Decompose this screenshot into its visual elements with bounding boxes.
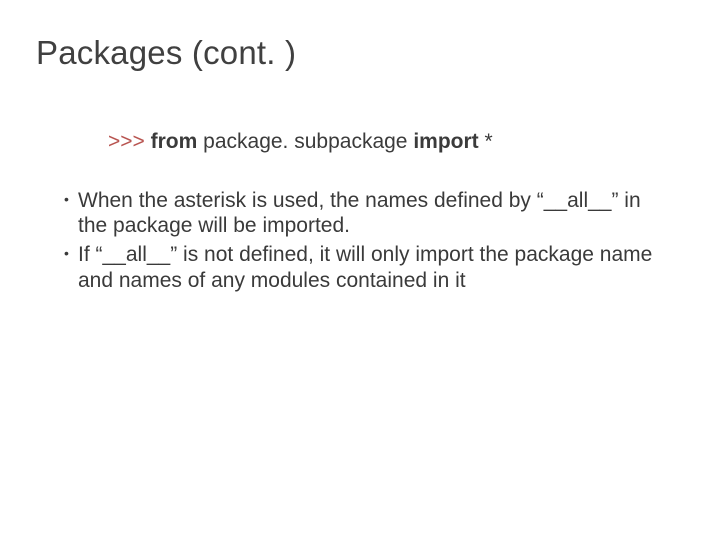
list-item: When the asterisk is used, the names def… xyxy=(64,188,674,238)
keyword-import: import xyxy=(413,130,478,153)
module-path: package. subpackage xyxy=(203,130,407,153)
list-item: If “__all__” is not defined, it will onl… xyxy=(64,242,674,292)
prompt-text: >>> xyxy=(108,130,145,153)
keyword-from: from xyxy=(151,130,198,153)
import-star: * xyxy=(485,130,493,153)
code-example: >>> from package. subpackage import * xyxy=(108,130,684,154)
bullet-list: When the asterisk is used, the names def… xyxy=(36,188,684,293)
slide-title: Packages (cont. ) xyxy=(36,34,684,72)
slide: Packages (cont. ) >>> from package. subp… xyxy=(0,0,720,540)
